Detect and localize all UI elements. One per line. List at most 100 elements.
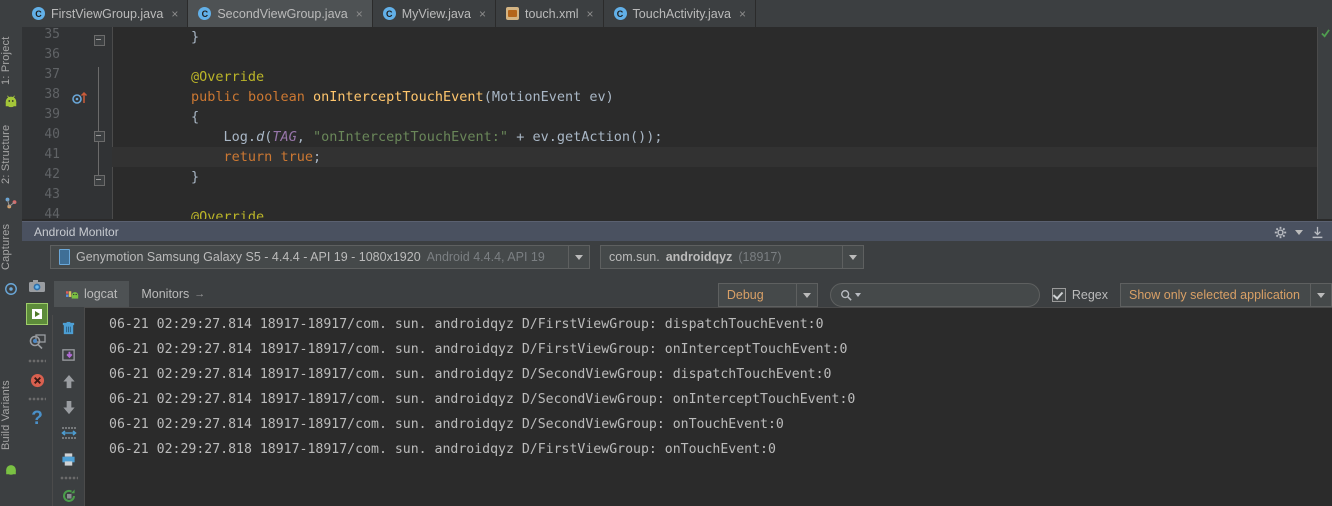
- code-content[interactable]: } @Override public boolean onInterceptTo…: [112, 27, 1332, 221]
- terminate-application-icon[interactable]: [26, 369, 48, 391]
- log-level-dropdown-arrow[interactable]: [795, 284, 817, 306]
- android-green-icon: [6, 465, 16, 475]
- export-log-icon[interactable]: [58, 345, 80, 364]
- close-icon[interactable]: ×: [739, 7, 746, 21]
- device-detail: Android 4.4.4, API 19: [426, 250, 545, 264]
- code-line[interactable]: }: [112, 27, 1332, 47]
- logcat-filter-bar: Debug Regex Show only selected applicati…: [717, 283, 1332, 307]
- code-line[interactable]: return true;: [112, 147, 1332, 167]
- chevron-down-icon[interactable]: [1295, 229, 1303, 235]
- rail-item-captures[interactable]: Captures: [0, 216, 22, 278]
- editor-tab-label: touch.xml: [525, 6, 579, 21]
- logcat-android-icon: [66, 290, 79, 299]
- panel-header-actions: [1274, 226, 1332, 239]
- line-number: 38: [44, 87, 60, 102]
- code-line[interactable]: public boolean onInterceptTouchEvent(Mot…: [112, 87, 1332, 107]
- code-line[interactable]: }: [112, 167, 1332, 187]
- gear-icon[interactable]: [1274, 226, 1287, 239]
- restart-logcat-icon[interactable]: [58, 487, 80, 506]
- fold-toggle[interactable]: [94, 35, 105, 46]
- line-number: 41: [44, 147, 60, 162]
- editor-tab-myview[interactable]: C MyView.java ×: [372, 0, 497, 27]
- java-class-icon: C: [613, 7, 627, 20]
- log-line[interactable]: 06-21 02:29:27.814 18917-18917/com. sun.…: [109, 316, 824, 334]
- close-icon[interactable]: ×: [479, 7, 486, 21]
- tab-logcat[interactable]: logcat: [54, 281, 130, 307]
- regex-checkbox[interactable]: [1051, 288, 1066, 302]
- log-line[interactable]: 06-21 02:29:27.814 18917-18917/com. sun.…: [109, 341, 847, 359]
- close-icon[interactable]: ×: [356, 7, 363, 21]
- close-icon[interactable]: ×: [171, 7, 178, 21]
- editor-tab-touchactivity[interactable]: C TouchActivity.java ×: [603, 0, 756, 27]
- layout-inspector-icon[interactable]: [26, 331, 48, 353]
- code-line[interactable]: [112, 47, 1332, 67]
- screen-record-icon[interactable]: [26, 303, 48, 325]
- editor-gutter[interactable]: 35 36 37 38 39 40 41 42 43 44: [22, 27, 113, 221]
- line-number: 35: [44, 27, 60, 42]
- log-line[interactable]: 06-21 02:29:27.814 18917-18917/com. sun.…: [109, 391, 855, 409]
- line-number: 43: [44, 187, 60, 202]
- code-editor[interactable]: 35 36 37 38 39 40 41 42 43 44 } @Override public …: [22, 27, 1332, 221]
- code-line[interactable]: Log.d(TAG, "onInterceptTouchEvent:" + ev…: [112, 127, 1332, 147]
- regex-checkbox-wrapper[interactable]: Regex: [1051, 288, 1108, 302]
- override-method-marker-icon[interactable]: [72, 91, 88, 105]
- device-phone-icon: [59, 249, 70, 265]
- editor-tab-label: FirstViewGroup.java: [51, 6, 164, 21]
- logcat-search-input[interactable]: [829, 283, 1040, 307]
- soft-wrap-icon[interactable]: [58, 424, 80, 443]
- log-line[interactable]: 06-21 02:29:27.814 18917-18917/com. sun.…: [109, 366, 832, 384]
- rail-item-project[interactable]: 1: Project: [0, 30, 22, 92]
- editor-tab-label: MyView.java: [401, 6, 472, 21]
- device-dropdown-arrow[interactable]: [568, 246, 589, 268]
- scope-selector[interactable]: Show only selected application: [1120, 283, 1332, 307]
- editor-tab-secondviewgroup[interactable]: C SecondViewGroup.java ×: [188, 0, 373, 27]
- scroll-down-icon[interactable]: [58, 398, 80, 417]
- rail-item-structure[interactable]: 2: Structure: [0, 116, 22, 192]
- process-prefix: com.sun.: [609, 250, 660, 264]
- fold-toggle[interactable]: [94, 131, 105, 142]
- captures-icon: [5, 283, 17, 295]
- search-icon: [840, 290, 852, 301]
- search-options-icon[interactable]: [854, 293, 861, 297]
- hide-panel-icon[interactable]: [1311, 226, 1324, 239]
- device-process-row: Genymotion Samsung Galaxy S5 - 4.4.4 - A…: [50, 245, 864, 269]
- log-level-selector[interactable]: Debug: [717, 283, 818, 307]
- code-line[interactable]: {: [112, 107, 1332, 127]
- code-line[interactable]: @Override: [112, 67, 1332, 87]
- rail-item-build-variants[interactable]: Build Variants: [0, 372, 22, 458]
- print-icon[interactable]: [58, 450, 80, 469]
- monitor-tab-strip: logcat Monitors →: [54, 281, 217, 307]
- monitor-tools-strip: ?: [22, 271, 52, 506]
- log-line[interactable]: 06-21 02:29:27.818 18917-18917/com. sun.…: [109, 441, 776, 459]
- clear-logcat-icon[interactable]: [58, 319, 80, 338]
- editor-tab-touch-xml[interactable]: touch.xml ×: [496, 0, 604, 27]
- editor-tab-firstviewgroup[interactable]: C FirstViewGroup.java ×: [22, 0, 189, 27]
- line-number: 42: [44, 167, 60, 182]
- log-line[interactable]: 06-21 02:29:27.814 18917-18917/com. sun.…: [109, 416, 784, 434]
- editor-tab-label: TouchActivity.java: [632, 6, 731, 21]
- detach-icon[interactable]: →: [194, 288, 205, 300]
- process-selector[interactable]: com.sun. androidqyz (18917): [600, 245, 864, 269]
- tab-monitors[interactable]: Monitors →: [129, 281, 217, 307]
- process-dropdown-arrow[interactable]: [842, 246, 863, 268]
- xml-file-icon: [506, 7, 520, 20]
- help-icon[interactable]: ?: [26, 407, 48, 429]
- editor-scroll-markers[interactable]: [1317, 27, 1332, 221]
- tab-label: logcat: [84, 287, 118, 301]
- editor-tab-label: SecondViewGroup.java: [217, 6, 348, 21]
- close-icon[interactable]: ×: [587, 7, 594, 21]
- inspection-ok-icon[interactable]: [1321, 29, 1330, 38]
- regex-label: Regex: [1071, 288, 1108, 302]
- android-studio-window: 1: Project 2: Structure Captures Build V…: [0, 0, 1332, 506]
- fold-toggle[interactable]: [94, 175, 105, 186]
- logcat-output[interactable]: 06-21 02:29:27.814 18917-18917/com. sun.…: [84, 307, 1332, 506]
- code-line[interactable]: [112, 187, 1332, 207]
- screenshot-icon[interactable]: [26, 275, 48, 297]
- scope-dropdown-arrow[interactable]: [1310, 284, 1331, 306]
- logcat-tools-strip: [52, 315, 84, 506]
- scroll-up-icon[interactable]: [58, 371, 80, 390]
- device-selector[interactable]: Genymotion Samsung Galaxy S5 - 4.4.4 - A…: [50, 245, 590, 269]
- toolbar-separator: [59, 476, 78, 480]
- java-class-icon: C: [198, 7, 212, 20]
- search-field[interactable]: [863, 287, 1039, 303]
